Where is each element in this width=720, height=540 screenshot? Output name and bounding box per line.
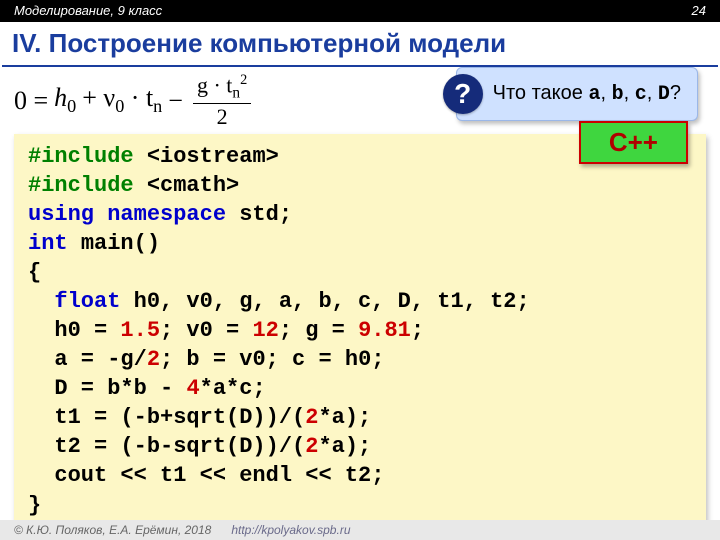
content: 0 = h0 + ν0 · tn − g · tn2 2 ? Что такое… xyxy=(0,67,720,530)
question-callout: ? Что такое a, b, c, D? xyxy=(456,67,698,121)
copyright: © К.Ю. Поляков, Е.А. Ерёмин, 2018 xyxy=(14,520,211,540)
formula: 0 = h0 + ν0 · tn − g · tn2 2 xyxy=(14,73,251,128)
page-title: IV. Построение компьютерной модели xyxy=(2,22,718,67)
callout-text: Что такое a, b, c, D? xyxy=(493,82,681,106)
footer: © К.Ю. Поляков, Е.А. Ерёмин, 2018 http:/… xyxy=(0,520,720,540)
footer-url: http://kpolyakov.spb.ru xyxy=(231,520,350,540)
fraction: g · tn2 2 xyxy=(193,73,251,128)
page-number: 24 xyxy=(692,0,706,22)
language-tag: C++ xyxy=(579,121,688,164)
formula-lhs: 0 = xyxy=(14,86,48,116)
top-bar: Моделирование, 9 класс 24 xyxy=(0,0,720,22)
code-block: #include <iostream> #include <cmath> usi… xyxy=(14,134,706,529)
subject-label: Моделирование, 9 класс xyxy=(14,0,162,22)
question-icon: ? xyxy=(443,74,483,114)
